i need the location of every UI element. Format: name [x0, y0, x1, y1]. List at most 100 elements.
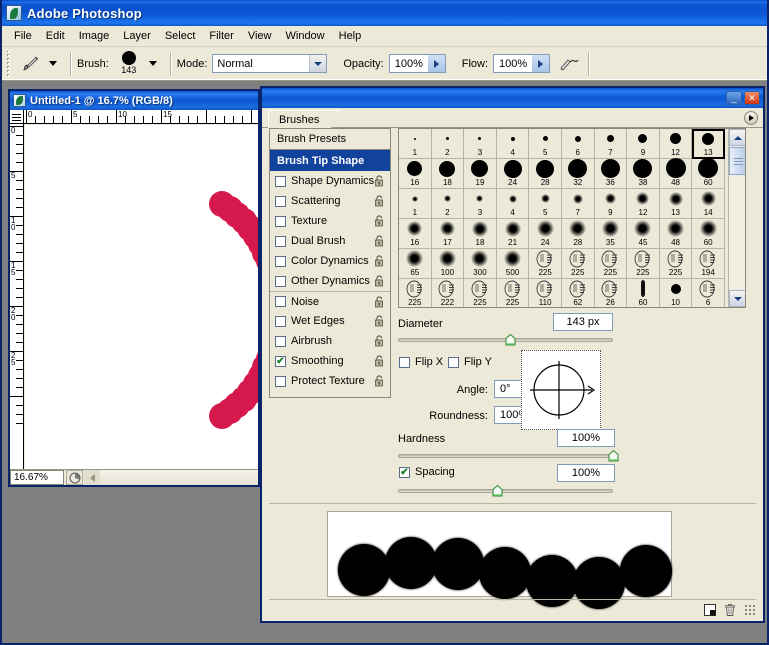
brush-tip-cell[interactable]: 24: [529, 219, 562, 249]
brush-tip-cell[interactable]: 9: [594, 189, 628, 219]
brush-tip-cell[interactable]: 16: [399, 159, 432, 189]
scroll-down-button[interactable]: [729, 290, 745, 307]
sidebar-item-brush-presets[interactable]: Brush Presets: [270, 129, 390, 150]
menu-select[interactable]: Select: [158, 28, 203, 44]
lock-icon[interactable]: [374, 296, 385, 308]
slider-track[interactable]: [398, 454, 613, 458]
brush-tip-cell[interactable]: 65: [399, 249, 432, 279]
lock-icon[interactable]: [374, 175, 385, 187]
brush-tip-cell[interactable]: 17: [431, 219, 465, 249]
diameter-slider[interactable]: [398, 334, 613, 346]
lock-icon[interactable]: [374, 275, 385, 287]
tool-preset-chevron-icon[interactable]: [49, 61, 57, 66]
minimize-button[interactable]: _: [726, 91, 742, 105]
lock-icon[interactable]: [374, 355, 385, 367]
blend-mode-select[interactable]: Normal: [212, 54, 328, 73]
flip-y-checkbox[interactable]: ✔ Flip Y: [448, 356, 492, 368]
checkbox-box[interactable]: [275, 315, 286, 327]
brush-tip-cell[interactable]: 28: [561, 219, 595, 249]
brush-tip-cell[interactable]: 225: [399, 279, 432, 307]
new-brush-icon[interactable]: [700, 601, 720, 619]
brush-tip-cell[interactable]: 7: [561, 189, 595, 219]
checkbox-box[interactable]: [275, 175, 286, 187]
slider-thumb[interactable]: [505, 334, 516, 346]
checkbox-box[interactable]: [275, 195, 286, 207]
brush-tip-cell[interactable]: 2: [431, 189, 465, 219]
brush-tip-cell[interactable]: 12: [659, 129, 693, 159]
brush-tip-cell[interactable]: 225: [561, 249, 595, 279]
brushes-titlebar[interactable]: _ ✕: [262, 88, 763, 108]
checkbox-box[interactable]: [275, 296, 286, 307]
spacing-checkbox[interactable]: ✔ Spacing: [399, 466, 455, 478]
sidebar-item-noise[interactable]: Noise: [270, 291, 390, 311]
sidebar-item-texture[interactable]: Texture: [270, 211, 390, 231]
brush-tip-cell[interactable]: 10: [660, 279, 693, 307]
brush-tip-cell[interactable]: 2: [431, 129, 465, 159]
blend-mode-dropdown-button[interactable]: [309, 55, 327, 72]
brush-tip-cell[interactable]: 6: [561, 129, 595, 159]
status-expand-button[interactable]: [84, 470, 100, 485]
brush-tip-cell[interactable]: 60: [692, 158, 725, 189]
slider-thumb[interactable]: [492, 485, 503, 497]
brush-tip-cell[interactable]: 18: [464, 219, 497, 249]
sidebar-item-dual-brush[interactable]: Dual Brush: [270, 231, 390, 251]
spacing-slider[interactable]: [398, 485, 613, 497]
brush-tip-cell[interactable]: 60: [627, 279, 660, 307]
hardness-value-field[interactable]: 100%: [557, 429, 615, 447]
flow-input[interactable]: 100%: [493, 54, 551, 73]
brush-tip-cell[interactable]: 3: [464, 189, 497, 219]
brush-tip-cell[interactable]: 225: [659, 249, 693, 279]
menu-window[interactable]: Window: [279, 28, 332, 44]
brush-tip-cell[interactable]: 500: [496, 249, 530, 279]
sidebar-item-airbrush[interactable]: Airbrush: [270, 331, 390, 351]
checkbox-box[interactable]: [275, 375, 286, 387]
diameter-value-field[interactable]: 143 px: [553, 313, 613, 331]
ruler-corner[interactable]: [10, 110, 24, 124]
lock-icon[interactable]: [374, 215, 385, 227]
brush-tip-cell[interactable]: 3: [464, 129, 497, 159]
brush-tip-cell[interactable]: 62: [562, 279, 595, 307]
brush-tip-cell[interactable]: 13: [692, 129, 725, 159]
spacing-value-field[interactable]: 100%: [557, 464, 615, 482]
horizontal-ruler[interactable]: 0 5 10 15: [24, 110, 258, 124]
brush-tip-cell[interactable]: 4: [496, 129, 530, 159]
opacity-slider-button[interactable]: [427, 55, 445, 72]
sidebar-item-scattering[interactable]: Scattering: [270, 191, 390, 211]
checkbox-box[interactable]: ✔: [275, 355, 286, 367]
brush-tip-cell[interactable]: 1: [399, 129, 432, 159]
canvas[interactable]: [25, 125, 258, 469]
brush-tip-cell[interactable]: 38: [627, 159, 660, 189]
brush-tip-cell[interactable]: 5: [529, 129, 562, 159]
brush-tip-cell[interactable]: 9: [627, 129, 660, 159]
zoom-level-field[interactable]: 16.67%: [10, 470, 64, 485]
brush-tip-cell[interactable]: 222: [432, 279, 465, 307]
hardness-slider[interactable]: [398, 450, 619, 462]
menu-file[interactable]: File: [7, 28, 39, 44]
brush-tip-cell[interactable]: 225: [627, 249, 660, 279]
sidebar-item-wet-edges[interactable]: Wet Edges: [270, 311, 390, 331]
brush-tip-cell[interactable]: 24: [496, 159, 530, 189]
sidebar-item-brush-tip-shape[interactable]: Brush Tip Shape: [270, 150, 390, 171]
airbrush-icon[interactable]: [556, 52, 582, 76]
sidebar-item-color-dynamics[interactable]: Color Dynamics: [270, 251, 390, 271]
brush-tip-cell[interactable]: 225: [529, 249, 562, 279]
lock-icon[interactable]: [374, 375, 385, 387]
menu-image[interactable]: Image: [72, 28, 117, 44]
menu-help[interactable]: Help: [332, 28, 369, 44]
checkbox-box[interactable]: [275, 275, 286, 287]
checkbox-box[interactable]: [275, 335, 286, 347]
lock-icon[interactable]: [374, 335, 385, 347]
brush-tip-cell[interactable]: 6: [692, 279, 725, 307]
close-button[interactable]: ✕: [744, 91, 760, 105]
brush-tip-cell[interactable]: 26: [595, 279, 628, 307]
brush-preview[interactable]: 143: [114, 51, 144, 75]
checkbox-box[interactable]: [275, 235, 286, 247]
slider-thumb[interactable]: [608, 450, 619, 462]
panel-menu-icon[interactable]: [744, 111, 758, 125]
brush-tip-cell[interactable]: 5: [529, 189, 562, 219]
brush-tip-cell[interactable]: 13: [659, 189, 693, 219]
lock-icon[interactable]: [374, 235, 385, 247]
menu-filter[interactable]: Filter: [202, 28, 240, 44]
brush-tip-grid[interactable]: 1 2 3 4 5 6 7 9 12 13 16 18 19 24 28 32 36 38 48 60 1 2 3 4 5 7 9 1…: [398, 128, 746, 308]
sidebar-item-smoothing[interactable]: ✔ Smoothing: [270, 351, 390, 371]
